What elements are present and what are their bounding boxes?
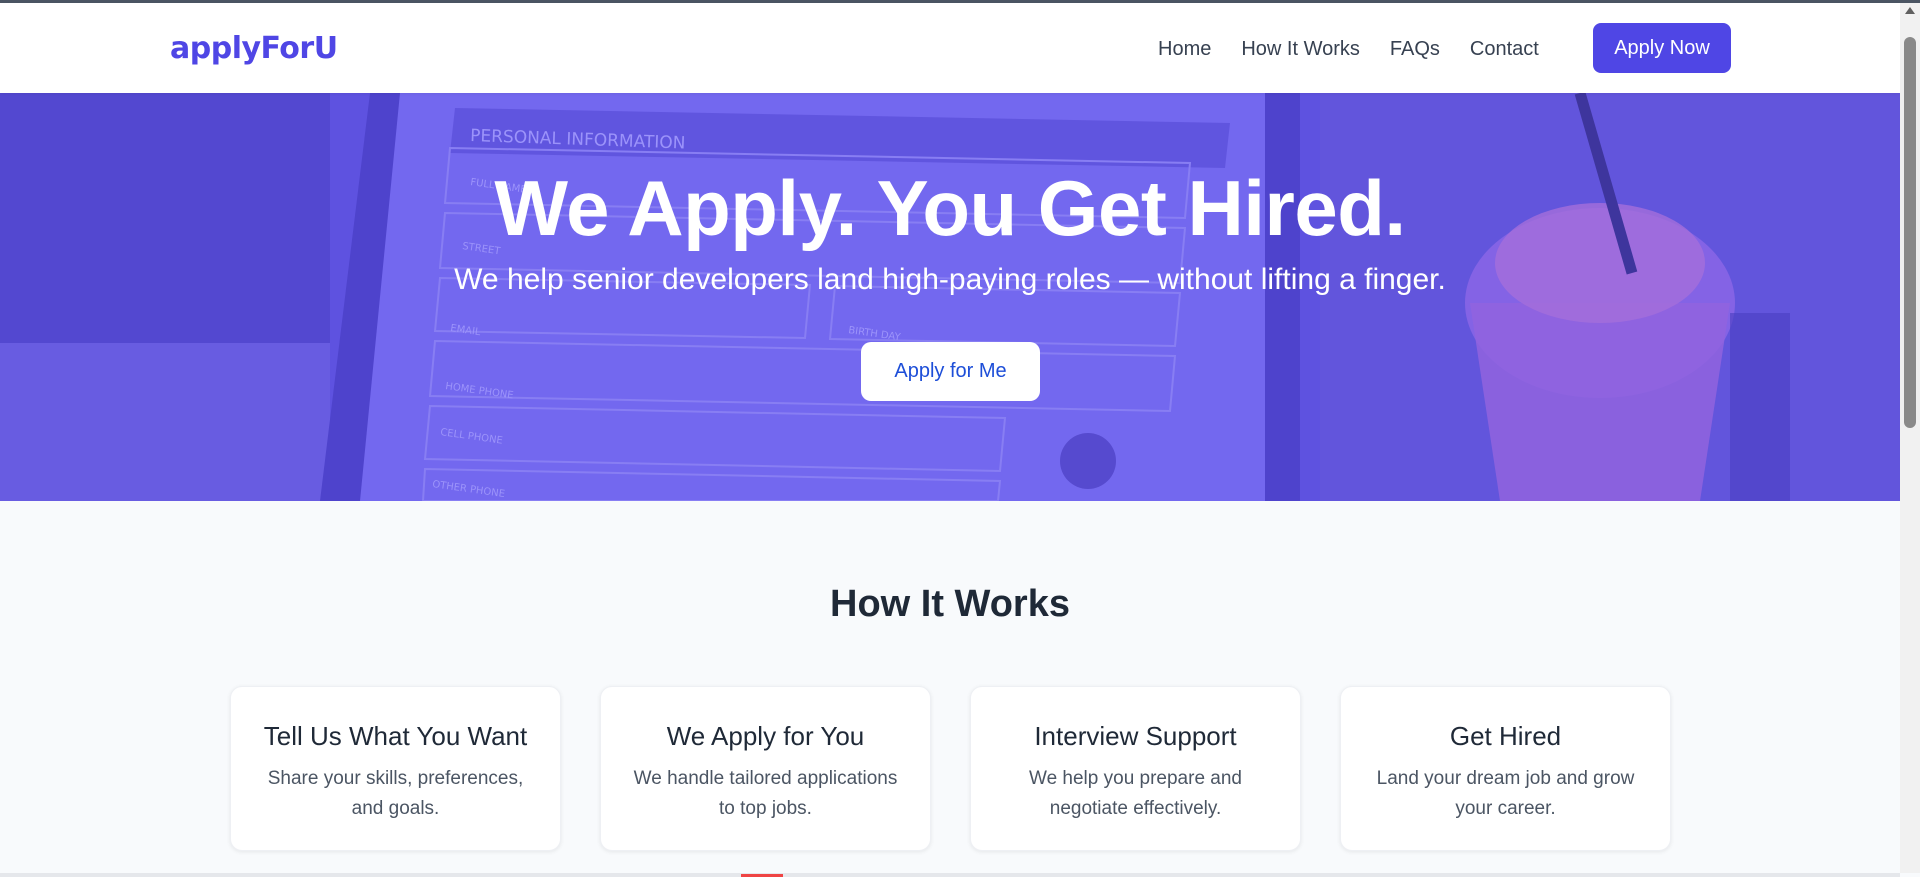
nav-link-contact[interactable]: Contact [1470, 38, 1539, 61]
step-card-desc: Land your dream job and grow your career… [1376, 768, 1635, 819]
how-it-works-title: How It Works [830, 583, 1070, 625]
step-card-title: Get Hired [1449, 721, 1562, 751]
step-card: Interview Support We help you prepare an… [970, 686, 1301, 851]
nav-link-how-it-works[interactable]: How It Works [1241, 38, 1360, 61]
navbar: applyForU Home How It Works FAQs Contact… [0, 3, 1900, 93]
apply-now-button[interactable]: Apply Now [1593, 23, 1731, 73]
page-viewport: applyForU Home How It Works FAQs Contact… [0, 0, 1900, 873]
nav-links: Home How It Works FAQs Contact [1158, 38, 1539, 61]
step-card: Tell Us What You Want Share your skills,… [230, 686, 561, 851]
step-card: We Apply for You We handle tailored appl… [600, 686, 931, 851]
step-card-desc: We handle tailored applications to top j… [633, 768, 898, 819]
step-card: Get Hired Land your dream job and grow y… [1340, 686, 1671, 851]
nav-link-home[interactable]: Home [1158, 38, 1211, 61]
step-card-title: We Apply for You [666, 721, 865, 751]
hero-subtitle: We help senior developers land high-payi… [454, 263, 1446, 296]
vertical-scrollbar[interactable] [1900, 3, 1920, 873]
step-card-desc: We help you prepare and negotiate effect… [1028, 768, 1243, 819]
step-card-title: Tell Us What You Want [263, 721, 528, 751]
how-it-works-cards: Tell Us What You Want Share your skills,… [230, 686, 1671, 851]
hero-title: We Apply. You Get Hired. [494, 164, 1406, 252]
hero-section: PERSONAL INFORMATION FULL NAME STREET EM… [0, 93, 1900, 501]
scrollbar-thumb[interactable] [1904, 37, 1916, 428]
apply-for-me-button[interactable]: Apply for Me [861, 342, 1040, 401]
hero-overlay [0, 93, 1900, 501]
brand-logo[interactable]: applyForU [170, 31, 338, 66]
step-card-title: Interview Support [1034, 721, 1237, 751]
nav-link-faqs[interactable]: FAQs [1390, 38, 1440, 61]
scroll-up-arrow-icon[interactable] [1905, 7, 1915, 14]
window-bottom-edge [0, 873, 1900, 877]
step-card-desc: Share your skills, preferences, and goal… [267, 768, 524, 819]
